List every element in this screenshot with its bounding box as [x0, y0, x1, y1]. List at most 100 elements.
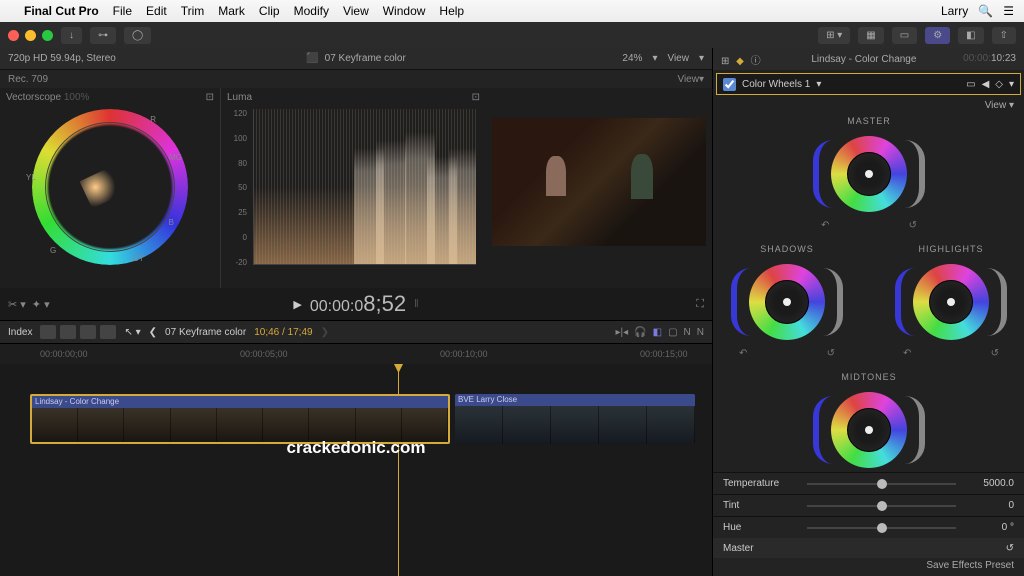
- save-effects-preset[interactable]: Save Effects Preset: [926, 560, 1014, 571]
- menu-trim[interactable]: Trim: [181, 4, 205, 18]
- transform-tool-icon[interactable]: ✦ ▾: [32, 298, 50, 311]
- menu-clip[interactable]: Clip: [259, 4, 280, 18]
- temperature-value[interactable]: 5000.0: [964, 478, 1014, 489]
- browser-layout-button[interactable]: ⊞ ▾: [818, 27, 850, 44]
- play-button[interactable]: ▶: [293, 298, 301, 311]
- preview-frame: [492, 118, 706, 246]
- skimming-icon[interactable]: ▸|◂: [616, 327, 629, 338]
- macos-menubar: Final Cut Pro File Edit Trim Mark Clip M…: [0, 0, 1024, 22]
- clip-label: BVE Larry Close: [455, 394, 695, 406]
- zoom-window-button[interactable]: [42, 30, 53, 41]
- luma-tick: 100: [227, 134, 247, 143]
- reset-icon[interactable]: ↺: [1006, 543, 1014, 554]
- timeline-history-back[interactable]: ❮: [149, 327, 157, 338]
- zoom-chevron-icon[interactable]: ▾: [652, 53, 657, 64]
- temperature-slider[interactable]: [807, 483, 956, 485]
- audio-skim-icon[interactable]: 🎧: [634, 327, 646, 338]
- tint-slider[interactable]: [807, 505, 956, 507]
- inspector-view-menu[interactable]: View: [985, 100, 1007, 111]
- correction-selector[interactable]: Color Wheels 1▾ ▭ ◀ ◇ ▾: [716, 73, 1021, 95]
- hue-value[interactable]: 0 °: [964, 522, 1014, 533]
- window-controls: [8, 30, 53, 41]
- viewer-view-menu[interactable]: View: [667, 53, 689, 64]
- vs-target-mg: MG: [169, 153, 182, 162]
- color-wheel-midtones[interactable]: MIDTONES ↶↺: [813, 372, 925, 487]
- ruler-tick: 00:00:05;00: [240, 349, 288, 359]
- app-toolbar: ↓ ⊶ ◯ ⊞ ▾ ▦ ▭ ⚙ ◧ ⇧: [0, 22, 1024, 48]
- next-keyframe-icon[interactable]: ▾: [1009, 79, 1014, 90]
- zoom-level[interactable]: 24%: [622, 53, 642, 64]
- inspector-toggle-button[interactable]: ◧: [958, 27, 983, 44]
- vs-target-r: R: [150, 115, 156, 124]
- nudge-left-icon[interactable]: ↶: [821, 220, 829, 231]
- menu-edit[interactable]: Edit: [146, 4, 167, 18]
- snapping-icon[interactable]: ▢: [668, 327, 677, 338]
- correction-enable-checkbox[interactable]: [723, 78, 736, 91]
- share-button[interactable]: ⇧: [992, 27, 1016, 44]
- keyword-button[interactable]: ⊶: [90, 27, 116, 44]
- timeline-clip-b[interactable]: BVE Larry Close: [455, 394, 695, 444]
- reset-icon[interactable]: ↺: [991, 348, 999, 359]
- reset-icon[interactable]: ↺: [827, 348, 835, 359]
- menu-extras-icon[interactable]: ☰: [1003, 4, 1014, 18]
- menu-help[interactable]: Help: [439, 4, 464, 18]
- minimize-window-button[interactable]: [25, 30, 36, 41]
- hue-slider[interactable]: [807, 527, 956, 529]
- timeline-nav-fwd[interactable]: N: [697, 327, 704, 338]
- correction-name[interactable]: Color Wheels 1: [742, 79, 810, 90]
- ruler-tick: 00:00:15;00: [640, 349, 688, 359]
- color-wheel-master[interactable]: MASTER ↶↺: [813, 116, 925, 231]
- prev-keyframe-icon[interactable]: ◀: [982, 79, 990, 90]
- insert-clip-button[interactable]: [60, 325, 76, 339]
- video-inspector-icon[interactable]: ⊞: [721, 56, 729, 67]
- bg-tasks-button[interactable]: ◯: [124, 27, 151, 44]
- color-wheel-highlights[interactable]: HIGHLIGHTS ↶↺: [895, 244, 1007, 359]
- timeline-history-fwd[interactable]: ❯: [321, 327, 329, 338]
- info-inspector-icon[interactable]: ⓘ: [751, 56, 761, 67]
- app-name[interactable]: Final Cut Pro: [24, 4, 99, 18]
- timeline-clip-a[interactable]: Lindsay - Color Change: [30, 394, 450, 444]
- menu-modify[interactable]: Modify: [294, 4, 329, 18]
- crop-tool-icon[interactable]: ✂ ▾: [8, 298, 26, 311]
- append-clip-button[interactable]: [80, 325, 96, 339]
- mask-icon[interactable]: ▭: [966, 79, 975, 90]
- loop-icon[interactable]: ‖: [414, 298, 419, 310]
- tint-value[interactable]: 0: [964, 500, 1014, 511]
- color-inspector-icon[interactable]: ◆: [736, 56, 744, 67]
- vectorscope-pct: 100%: [64, 92, 90, 103]
- spotlight-icon[interactable]: 🔍: [978, 4, 993, 18]
- scope-settings-icon[interactable]: ⊡: [472, 92, 480, 103]
- scopes-view-menu[interactable]: View: [677, 74, 699, 85]
- close-window-button[interactable]: [8, 30, 19, 41]
- menu-file[interactable]: File: [113, 4, 132, 18]
- import-button[interactable]: ↓: [61, 27, 82, 44]
- transport-bar: ✂ ▾ ✦ ▾ ▶ 00:00:08;52 ‖ ⛶: [0, 288, 712, 320]
- arrow-tool-icon[interactable]: ↖ ▾: [124, 327, 140, 338]
- menu-mark[interactable]: Mark: [218, 4, 245, 18]
- menu-view[interactable]: View: [343, 4, 369, 18]
- timeline-ruler[interactable]: 00:00:00;00 00:00:05;00 00:00:10;00 00:0…: [0, 344, 712, 364]
- connect-clip-button[interactable]: [40, 325, 56, 339]
- menu-window[interactable]: Window: [383, 4, 426, 18]
- luma-tick: 0: [227, 233, 247, 242]
- master-disclosure[interactable]: Master: [723, 543, 754, 554]
- user-name[interactable]: Larry: [941, 4, 968, 18]
- luma-tick: -20: [227, 258, 247, 267]
- overwrite-clip-button[interactable]: [100, 325, 116, 339]
- nudge-left-icon[interactable]: ↶: [903, 348, 911, 359]
- timeline-nav-back[interactable]: N: [684, 327, 691, 338]
- reset-icon[interactable]: ↺: [909, 220, 917, 231]
- view-chevron-icon[interactable]: ▾: [699, 53, 704, 64]
- fullscreen-icon[interactable]: ⛶: [696, 298, 704, 311]
- nudge-left-icon[interactable]: ↶: [739, 348, 747, 359]
- color-inspector-button[interactable]: ⚙: [925, 27, 950, 44]
- clip-appearance-2[interactable]: ▭: [892, 27, 917, 44]
- vs-target-cy: CY: [133, 254, 144, 263]
- index-button[interactable]: Index: [8, 327, 32, 338]
- clip-appearance-1[interactable]: ▦: [858, 27, 883, 44]
- add-keyframe-icon[interactable]: ◇: [995, 79, 1003, 90]
- timeline-tracks[interactable]: crackedonic.com ↖ Lindsay - Color Change…: [0, 364, 712, 576]
- solo-icon[interactable]: ◧: [653, 327, 662, 338]
- color-wheel-shadows[interactable]: SHADOWS ↶↺: [731, 244, 843, 359]
- scope-settings-icon[interactable]: ⊡: [206, 92, 214, 103]
